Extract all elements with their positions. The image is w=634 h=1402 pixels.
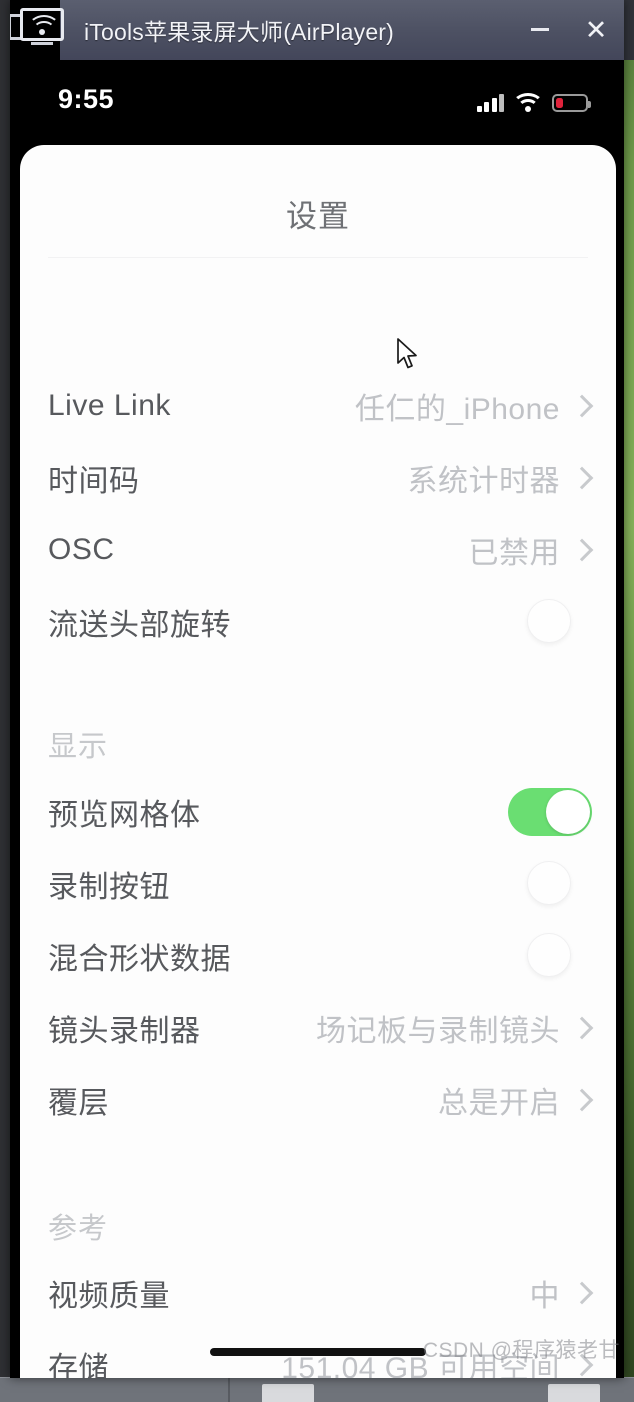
toggle-knob <box>527 599 571 643</box>
desktop-right-strip <box>624 0 634 60</box>
wifi-icon <box>512 93 544 112</box>
row-label: 时间码 <box>48 465 140 498</box>
windows-taskbar[interactable] <box>0 1377 634 1402</box>
toggle-knob <box>527 861 571 905</box>
cellular-signal-icon <box>476 94 504 112</box>
row-timecode[interactable]: 时间码 系统计时器 <box>20 442 616 514</box>
row-label: OSC <box>48 533 115 566</box>
chevron-right-icon <box>570 538 594 562</box>
row-value: 总是开启 <box>438 1087 560 1120</box>
chevron-right-icon <box>570 1088 594 1112</box>
close-button[interactable]: ✕ <box>570 0 622 60</box>
minimize-icon <box>531 27 549 31</box>
row-label: 存储 <box>48 1352 109 1378</box>
row-label: 混合形状数据 <box>48 943 231 976</box>
row-label: 录制按钮 <box>48 871 170 904</box>
row-label: 覆层 <box>48 1087 109 1120</box>
row-preview-mesh[interactable]: 预览网格体 <box>20 776 616 848</box>
row-record-button[interactable]: 录制按钮 <box>20 848 616 920</box>
taskbar-button[interactable] <box>548 1384 600 1402</box>
chevron-right-icon <box>570 394 594 418</box>
app-window: iTools苹果录屏大师(AirPlayer) ✕ 9:55 设置 Live L… <box>10 0 624 1378</box>
battery-low-icon <box>552 94 591 112</box>
row-live-link[interactable]: Live Link 任仁的_iPhone <box>20 370 616 442</box>
row-value: 系统计时器 <box>407 465 560 498</box>
chevron-right-icon <box>570 1016 594 1040</box>
minimize-button[interactable] <box>514 0 566 60</box>
row-label: 流送头部旋转 <box>48 609 231 642</box>
status-icons <box>476 86 591 112</box>
status-time: 9:55 <box>58 84 115 114</box>
row-label: Live Link <box>48 389 171 422</box>
row-stream-head-rotation[interactable]: 流送头部旋转 <box>20 586 616 658</box>
sheet-divider <box>48 257 588 258</box>
toggle-record-button[interactable] <box>508 860 592 908</box>
toggle-stream-head-rotation[interactable] <box>508 598 592 646</box>
taskbar-button[interactable] <box>262 1384 314 1402</box>
row-label: 视频质量 <box>48 1280 170 1313</box>
settings-sheet: 设置 Live Link 任仁的_iPhone 时间码 系统计时器 OSC 已禁… <box>20 145 616 1378</box>
ios-status-bar: 9:55 <box>10 60 624 145</box>
taskbar-separator <box>228 1378 230 1402</box>
airplay-screen-mirror-icon <box>10 6 66 50</box>
home-indicator[interactable] <box>210 1348 426 1356</box>
section-header-display: 显示 <box>48 731 109 763</box>
watermark: CSDN @程序猿老甘 <box>422 1339 620 1362</box>
row-value: 任仁的_iPhone <box>354 393 560 426</box>
section-header-reference: 参考 <box>48 1213 109 1245</box>
toggle-blendshape-data[interactable] <box>508 932 592 980</box>
row-video-quality[interactable]: 视频质量 中 <box>20 1257 616 1329</box>
row-lens-recorder[interactable]: 镜头录制器 场记板与录制镜头 <box>20 992 616 1064</box>
row-value: 已禁用 <box>468 537 560 570</box>
row-blendshape-data[interactable]: 混合形状数据 <box>20 920 616 992</box>
toggle-knob <box>527 933 571 977</box>
page-title: 设置 <box>286 199 350 234</box>
toggle-knob <box>546 790 590 834</box>
row-overlay[interactable]: 覆层 总是开启 <box>20 1064 616 1136</box>
phone-mirror-area: 9:55 设置 Live Link 任仁的_iPhone 时间码 系统计时器 O… <box>10 60 624 1378</box>
row-value: 中 <box>529 1280 560 1313</box>
window-title: iTools苹果录屏大师(AirPlayer) <box>84 19 395 45</box>
chevron-right-icon <box>570 466 594 490</box>
row-osc[interactable]: OSC 已禁用 <box>20 514 616 586</box>
window-titlebar[interactable]: iTools苹果录屏大师(AirPlayer) ✕ <box>60 0 624 60</box>
desktop-left-strip <box>0 0 10 1378</box>
row-label: 镜头录制器 <box>48 1015 201 1048</box>
toggle-preview-mesh[interactable] <box>508 788 592 836</box>
close-icon: ✕ <box>584 14 608 45</box>
chevron-right-icon <box>570 1281 594 1305</box>
row-label: 预览网格体 <box>48 799 201 832</box>
row-value: 场记板与录制镜头 <box>316 1015 560 1048</box>
